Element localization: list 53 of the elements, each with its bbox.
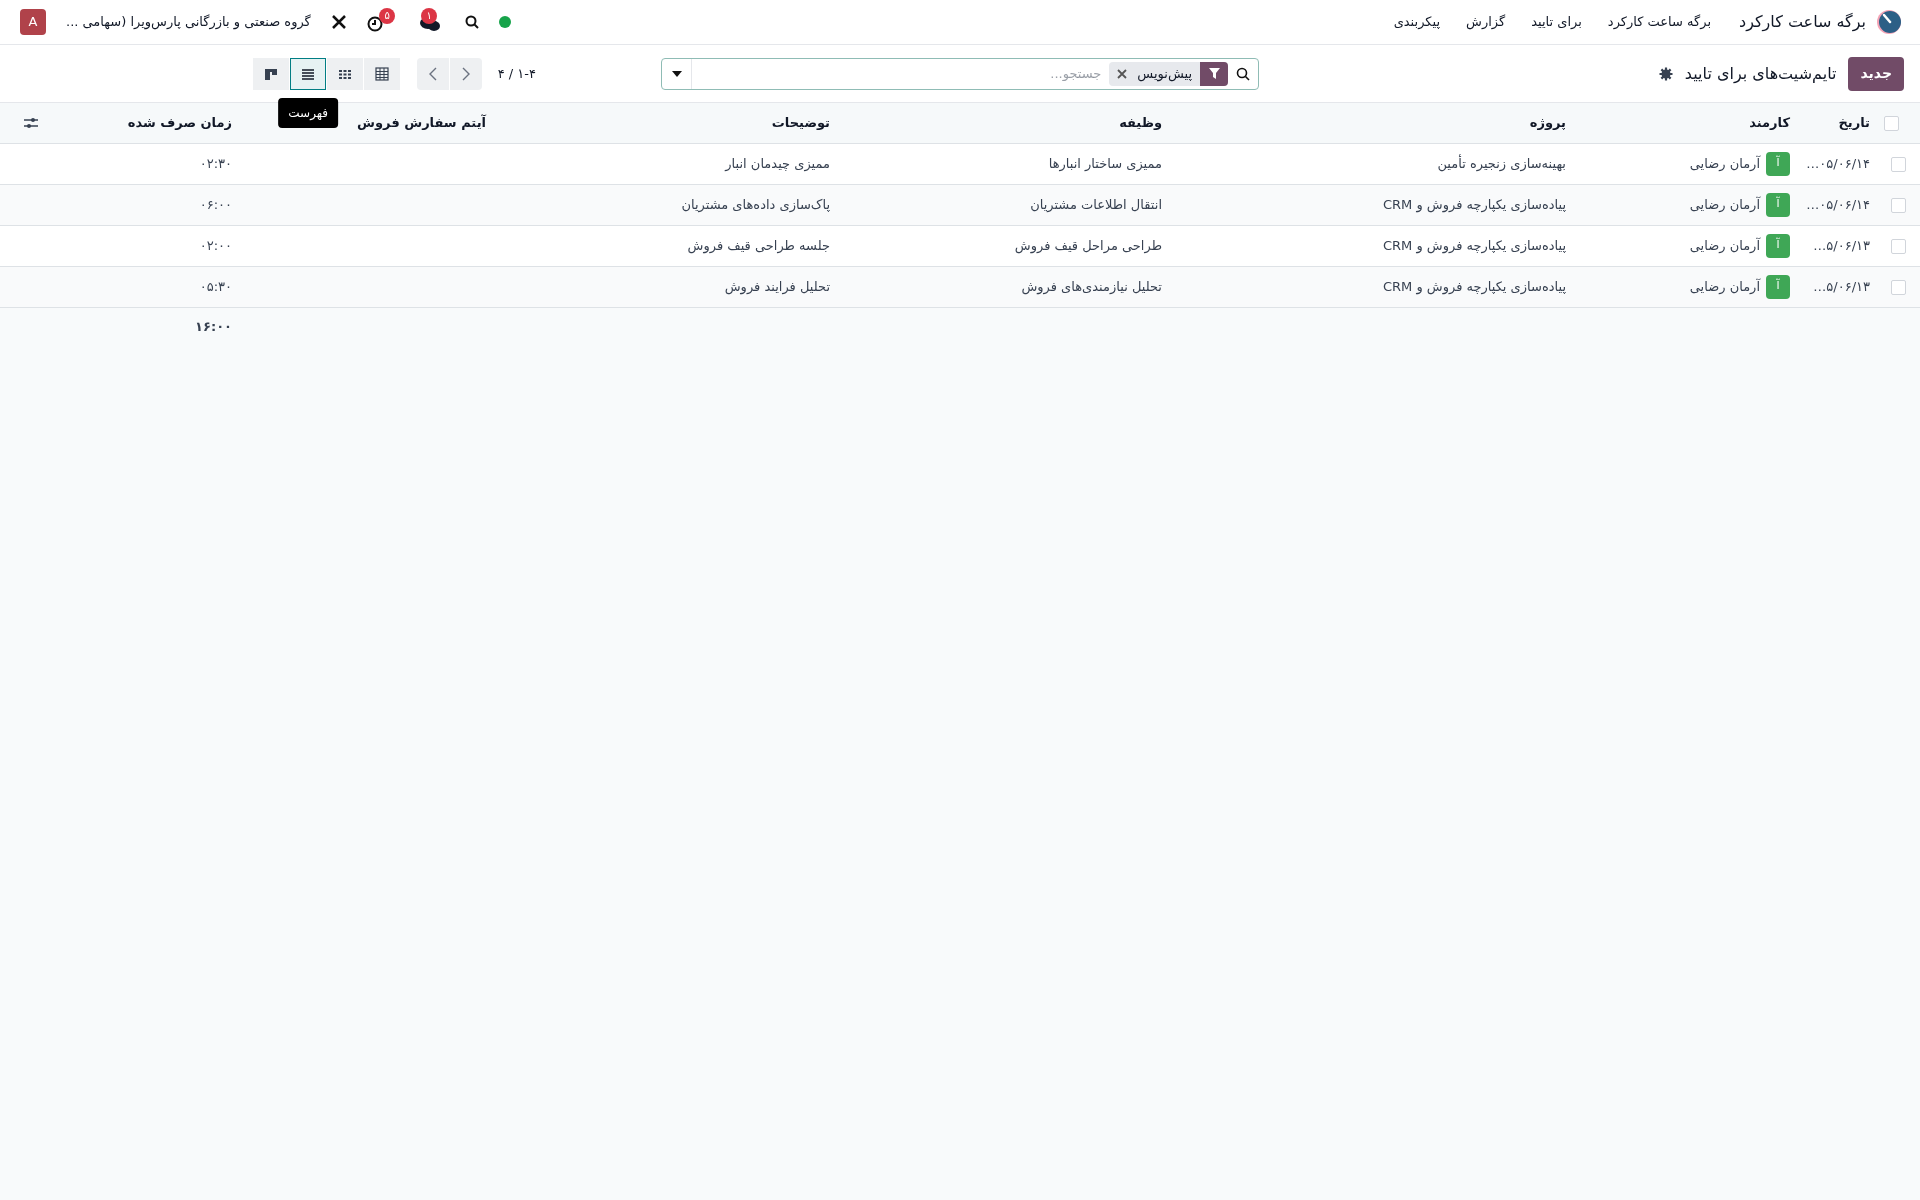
table-cell: بهینه‌سازی زنجیره تأمین bbox=[1437, 155, 1566, 171]
table-cell: پیاده‌سازی یکپارچه فروش و CRM bbox=[1382, 237, 1566, 253]
search-bar[interactable]: پیش‌نویس جستجو... bbox=[661, 57, 1259, 90]
menu-item[interactable]: برگه ساعت کارکرد bbox=[1607, 12, 1711, 32]
employee-name[interactable]: آرمان رضایی bbox=[1689, 276, 1760, 297]
employee-avatar: آ bbox=[1766, 192, 1790, 217]
pager-value[interactable]: ۱-۴ / ۴ bbox=[497, 63, 536, 84]
column-header[interactable]: زمان صرف شده bbox=[127, 115, 232, 130]
total-value: ۱۶:۰۰ bbox=[195, 318, 232, 334]
column-header[interactable]: وظیفه bbox=[1119, 115, 1162, 130]
menu-item[interactable]: برای تایید bbox=[1531, 12, 1582, 32]
table-cell: تحلیل فرایند فروش bbox=[724, 278, 830, 294]
menu-item[interactable]: گزارش bbox=[1466, 12, 1506, 32]
menu-item[interactable]: پیکربندی bbox=[1393, 12, 1441, 32]
app-name[interactable]: برگه ساعت کارکرد bbox=[1739, 10, 1866, 34]
table-cell: ۰۲:۰۰ bbox=[199, 237, 232, 253]
column-header[interactable]: پروژه bbox=[1529, 115, 1566, 130]
tooltip: فهرست bbox=[278, 97, 339, 128]
user-avatar[interactable]: A bbox=[20, 9, 46, 35]
employee-name[interactable]: آرمان رضایی bbox=[1689, 194, 1760, 215]
table-cell: ممیزی چیدمان انبار bbox=[725, 155, 830, 171]
table-cell: ۰۵/۰۶/۱۴… bbox=[1806, 155, 1870, 171]
table-cell: تحلیل نیازمندی‌های فروش bbox=[1021, 278, 1162, 294]
filter-facet[interactable]: پیش‌نویس bbox=[1109, 61, 1228, 86]
notification-badge: ۱ bbox=[421, 8, 437, 24]
table-cell: انتقال اطلاعات مشتریان bbox=[1030, 196, 1162, 212]
table-cell: ۵/۰۶/۱۳… bbox=[1813, 278, 1870, 294]
column-header[interactable]: کارمند bbox=[1749, 115, 1790, 130]
column-header[interactable]: توضیحات bbox=[771, 115, 830, 130]
column-header[interactable]: آیتم سفارش فروش bbox=[357, 115, 486, 130]
table-cell: جلسه طراحی قیف فروش bbox=[687, 237, 830, 253]
facet-label: پیش‌نویس bbox=[1136, 64, 1193, 84]
page-title: تایم‌شیت‌های برای تایید bbox=[1684, 62, 1837, 85]
table-cell: ۰۶:۰۰ bbox=[199, 196, 232, 212]
table-cell: پاک‌سازی داده‌های مشتریان bbox=[681, 196, 830, 212]
company-name[interactable]: گروه صنعتی و بازرگانی پارس‌ویرا (سهامی ... bbox=[66, 12, 311, 32]
column-header[interactable]: تاریخ bbox=[1838, 115, 1870, 130]
table-cell: ۵/۰۶/۱۳… bbox=[1813, 237, 1870, 253]
table-cell: ۰۵:۳۰ bbox=[199, 278, 232, 294]
employee-avatar: آ bbox=[1766, 151, 1790, 176]
new-button[interactable]: جدید bbox=[1848, 56, 1904, 91]
table-cell: طراحی مراحل قیف فروش bbox=[1014, 237, 1162, 253]
notification-badge: ۵ bbox=[379, 8, 395, 24]
table-cell: پیاده‌سازی یکپارچه فروش و CRM bbox=[1382, 196, 1566, 212]
employee-name[interactable]: آرمان رضایی bbox=[1689, 235, 1760, 256]
employee-name[interactable]: آرمان رضایی bbox=[1689, 153, 1760, 174]
employee-avatar: آ bbox=[1766, 233, 1790, 258]
table-cell: پیاده‌سازی یکپارچه فروش و CRM bbox=[1382, 278, 1566, 294]
search-field[interactable]: جستجو... bbox=[692, 58, 1110, 89]
table-cell: ۰۵/۰۶/۱۴… bbox=[1806, 196, 1870, 212]
table-cell: ۰۲:۳۰ bbox=[199, 155, 232, 171]
employee-avatar: آ bbox=[1766, 274, 1790, 299]
table-cell: ممیزی ساختار انبارها bbox=[1048, 155, 1162, 171]
